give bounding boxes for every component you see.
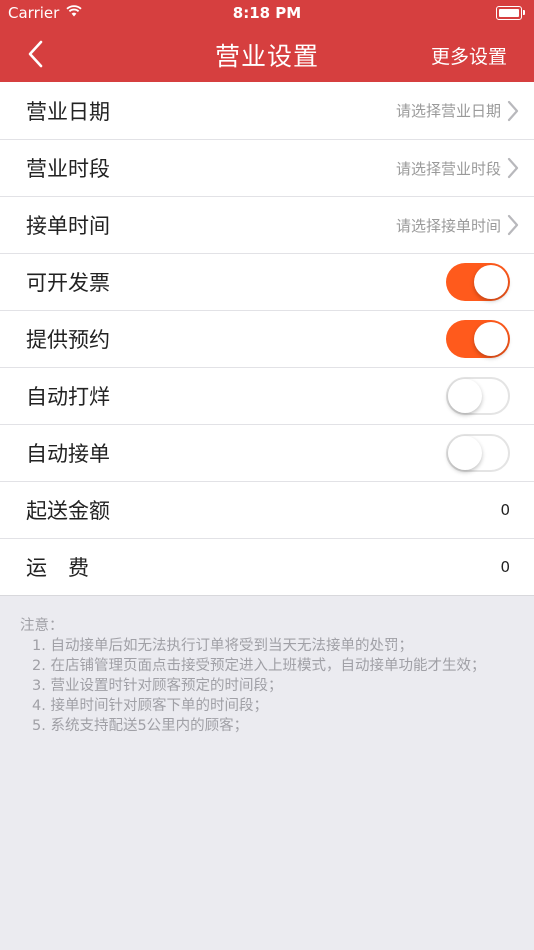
min-order-value: 0 — [500, 501, 510, 519]
row-label: 运 费 — [26, 556, 89, 580]
row-reservation: 提供预约 — [0, 310, 534, 367]
more-settings-button[interactable]: 更多设置 — [431, 42, 507, 69]
row-label: 营业时段 — [26, 157, 110, 181]
status-bar: Carrier 8:18 PM — [0, 0, 534, 28]
toggle-knob — [474, 265, 508, 299]
delivery-fee-value: 0 — [500, 558, 510, 576]
row-business-date[interactable]: 营业日期 请选择营业日期 — [0, 82, 534, 139]
status-time: 8:18 PM — [232, 4, 302, 22]
toggle-knob — [474, 322, 508, 356]
reservation-toggle[interactable] — [446, 320, 510, 358]
chevron-right-icon — [507, 214, 519, 236]
toggle-knob — [448, 379, 482, 413]
notes-title: 注意： — [20, 618, 64, 634]
notes-item: 4. 接单时间针对顾客下单的时间段； — [32, 698, 268, 714]
row-placeholder: 请选择接单时间 — [395, 216, 501, 235]
row-label: 接单时间 — [26, 214, 110, 238]
row-placeholder: 请选择营业日期 — [395, 102, 501, 120]
row-min-order-amount[interactable]: 起送金额 0 — [0, 481, 534, 538]
row-label: 可开发票 — [26, 271, 110, 295]
row-auto-close: 自动打烊 — [0, 367, 534, 424]
settings-list: 营业日期 请选择营业日期 营业时段 请选择营业时段 接单时间 请选择接单时间 可… — [0, 82, 534, 596]
row-order-time[interactable]: 接单时间 请选择接单时间 — [0, 196, 534, 253]
row-invoice: 可开发票 — [0, 253, 534, 310]
row-delivery-fee[interactable]: 运 费 0 — [0, 538, 534, 595]
row-label: 提供预约 — [26, 328, 110, 352]
row-label: 自动打烊 — [26, 385, 110, 409]
auto-accept-toggle[interactable] — [446, 434, 510, 472]
row-label: 营业日期 — [26, 99, 110, 124]
chevron-right-icon — [507, 157, 519, 179]
row-label: 起送金额 — [26, 499, 110, 523]
header: Carrier 8:18 PM 营业设置 更多设置 — [0, 0, 534, 82]
invoice-toggle[interactable] — [446, 263, 510, 301]
notes-item: 5. 系统支持配送5公里内的顾客； — [32, 718, 249, 734]
chevron-right-icon — [507, 100, 519, 121]
row-auto-accept: 自动接单 — [0, 424, 534, 481]
notes-item: 1. 自动接单后如无法执行订单将受到当天无法接单的处罚； — [32, 638, 413, 654]
row-placeholder: 请选择营业时段 — [395, 159, 501, 178]
row-label: 自动接单 — [26, 442, 110, 466]
row-business-hours[interactable]: 营业时段 请选择营业时段 — [0, 139, 534, 196]
notes-item: 3. 营业设置时针对顾客预定的时间段； — [32, 678, 283, 694]
auto-close-toggle[interactable] — [446, 377, 510, 415]
notes: 注意： 1. 自动接单后如无法执行订单将受到当天无法接单的处罚； 2. 在店铺管… — [0, 596, 534, 736]
notes-item: 2. 在店铺管理页面点击接受预定进入上班模式，自动接单功能才生效； — [32, 658, 486, 674]
battery-icon — [496, 6, 526, 20]
toggle-knob — [448, 436, 482, 470]
